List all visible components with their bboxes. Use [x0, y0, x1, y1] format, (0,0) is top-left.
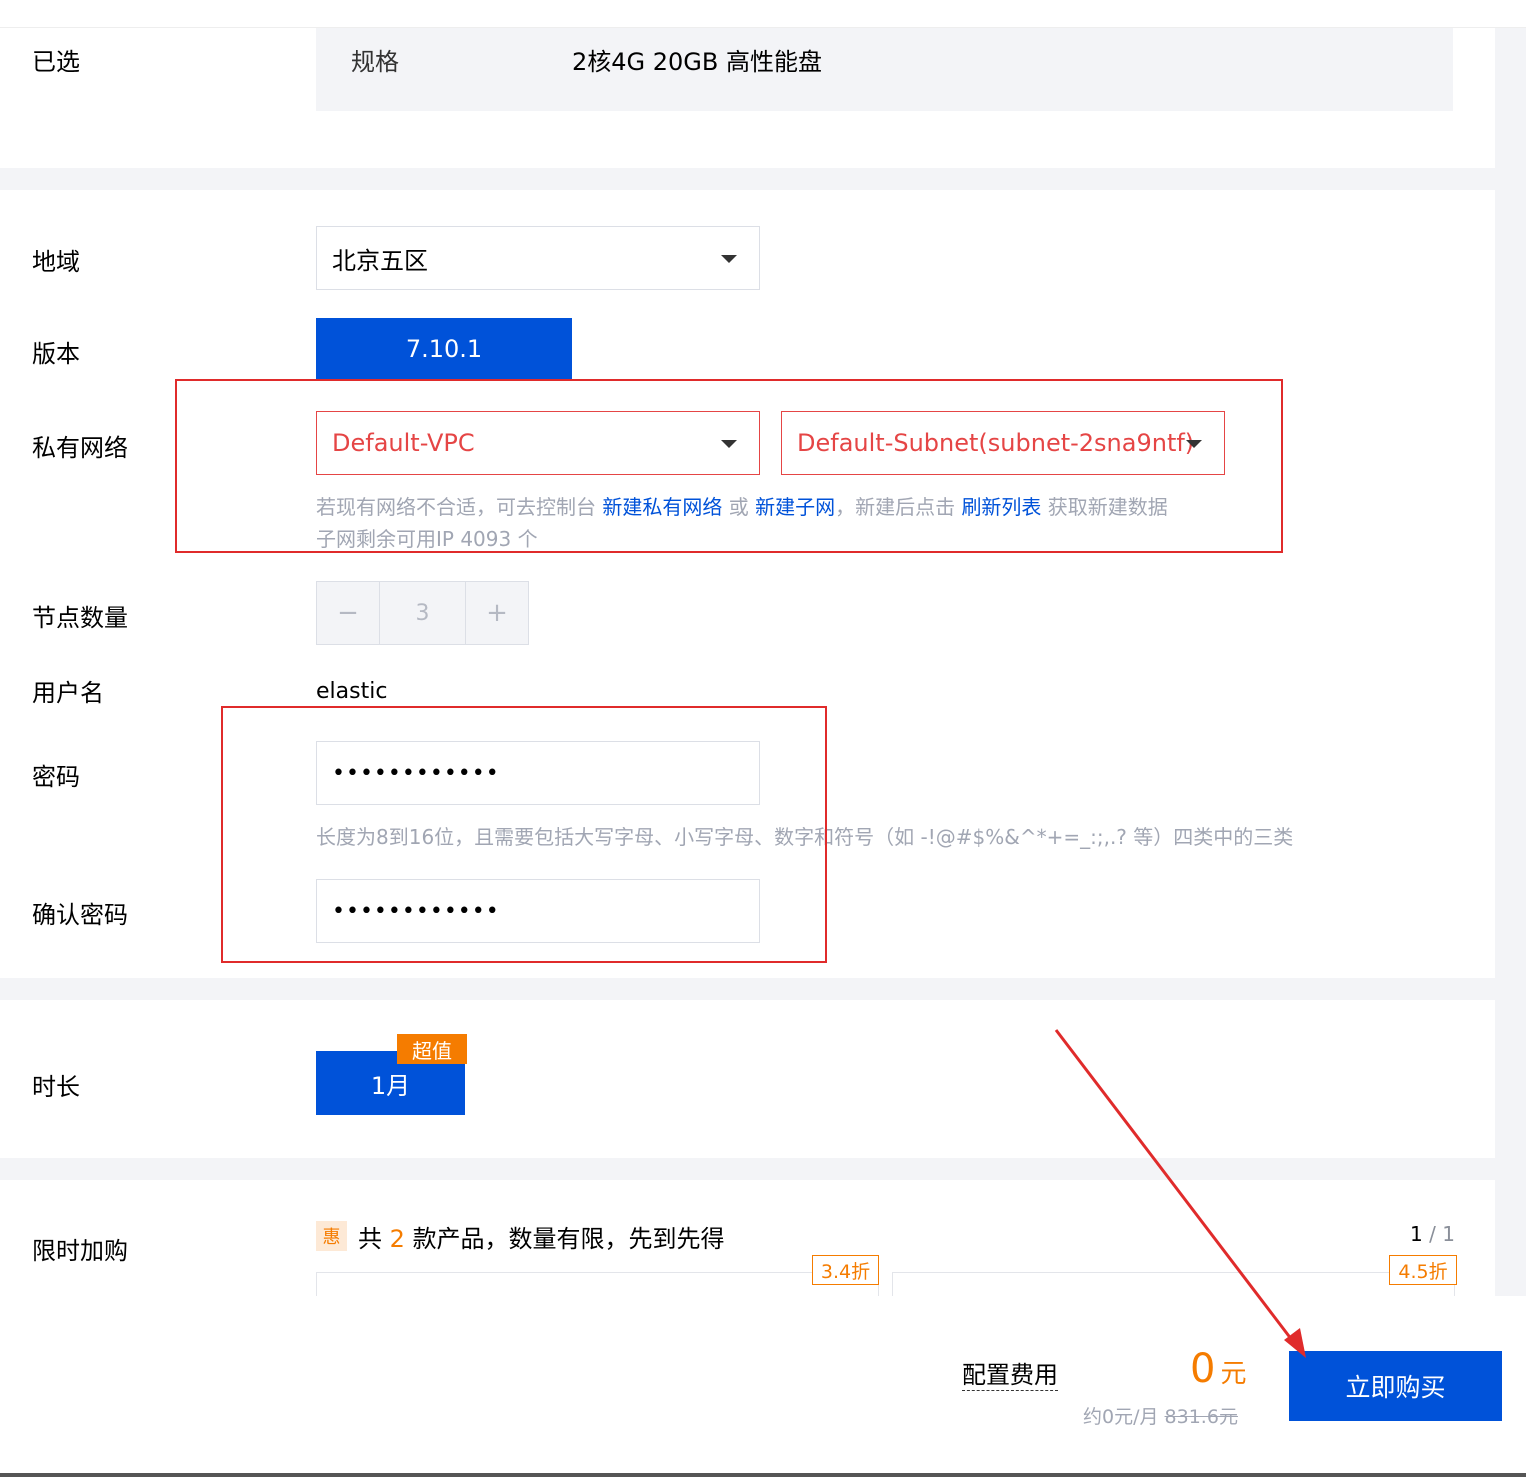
purchase-page: 已选 规格 2核4G 20GB 高性能盘 地域 北京五区 版本 7.10.1 私…	[0, 0, 1526, 1477]
annotation-arrow	[1054, 1029, 1306, 1358]
